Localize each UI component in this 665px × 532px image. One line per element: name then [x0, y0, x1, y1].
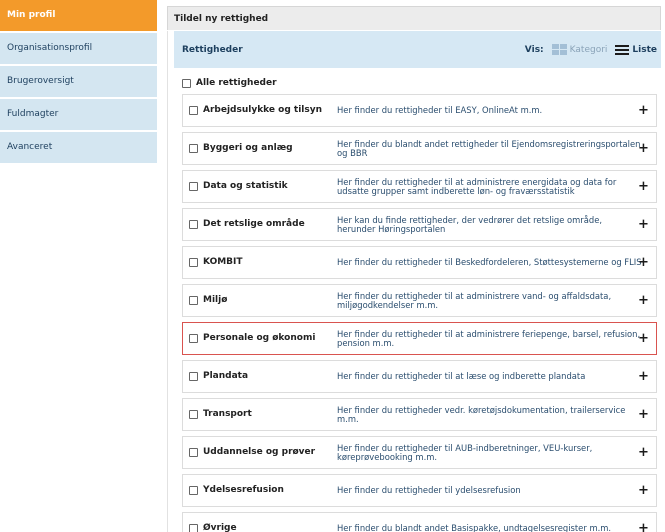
rights-header: Rettigheder Vis: Kategori Liste — [174, 31, 661, 68]
rights-title: Miljø — [203, 295, 228, 305]
rights-checkbox[interactable] — [189, 258, 198, 267]
rights-checkbox[interactable] — [189, 144, 198, 153]
rights-checkbox[interactable] — [189, 448, 198, 457]
rights-checkbox[interactable] — [189, 486, 198, 495]
panel-title: Tildel ny rettighed — [167, 6, 661, 30]
rights-description: Her finder du rettigheder til at læse og… — [337, 371, 586, 382]
panel-body: Rettigheder Vis: Kategori Liste Alle ret… — [167, 31, 661, 532]
rights-row: Øvrige Her finder du blandt andet Basispa… — [182, 512, 657, 532]
rights-description: Her finder du rettigheder til at adminis… — [337, 177, 617, 196]
list-icon — [615, 44, 630, 55]
plus-icon[interactable]: + — [637, 446, 650, 459]
plus-icon[interactable]: + — [637, 484, 650, 497]
rights-row: Ydelsesrefusion Her finder du rettigheder… — [182, 474, 657, 507]
rights-title: Byggeri og anlæg — [203, 143, 293, 153]
sidebar-item-brugeroversigt[interactable]: Brugeroversigt — [0, 66, 157, 97]
rights-title: Data og statistik — [203, 181, 288, 191]
rights-description: Her finder du rettigheder til ydelsesref… — [337, 485, 521, 496]
rights-checkbox[interactable] — [189, 372, 198, 381]
rights-title: Øvrige — [203, 523, 237, 532]
rights-row: Uddannelse og prøver Her finder du rettig… — [182, 436, 657, 469]
rights-title: KOMBIT — [203, 257, 243, 267]
rights-description: Her finder du rettigheder til Beskedford… — [337, 257, 642, 268]
vis-label: Vis: — [524, 44, 544, 55]
rights-checkbox[interactable] — [189, 524, 198, 532]
view-category-label: Kategori — [569, 44, 608, 55]
plus-icon[interactable]: + — [637, 522, 650, 532]
rights-description: Her finder du blandt andet Basispakke, u… — [337, 523, 612, 532]
rights-checkbox[interactable] — [189, 334, 198, 343]
rights-row: Transport Her finder du rettigheder vedr.… — [182, 398, 657, 431]
rights-title: Transport — [203, 409, 252, 419]
all-rights-row: Alle rettigheder — [174, 68, 661, 94]
rights-row: Det retslige område Her kan du finde rett… — [182, 208, 657, 241]
sidebar: Min profil Organisationsprofil Brugerove… — [0, 0, 157, 165]
sidebar-item-min-profil[interactable]: Min profil — [0, 0, 157, 31]
main-panel: Tildel ny rettighed Rettigheder Vis: Kat… — [167, 6, 661, 532]
rights-description: Her finder du rettigheder til EASY, Onli… — [337, 105, 543, 116]
rights-title: Ydelsesrefusion — [203, 485, 284, 495]
sidebar-item-avanceret[interactable]: Avanceret — [0, 132, 157, 163]
grid-icon — [551, 44, 567, 55]
rights-row: Data og statistik Her finder du rettighed… — [182, 170, 657, 203]
rights-title: Det retslige område — [203, 219, 305, 229]
rights-description: Her finder du blandt andet rettigheder t… — [337, 139, 641, 158]
rights-title: Uddannelse og prøver — [203, 447, 316, 457]
rights-title: Plandata — [203, 371, 249, 381]
rights-header-label: Rettigheder — [182, 44, 243, 55]
rights-title: Arbejdsulykke og tilsyn — [203, 105, 323, 115]
rights-checkbox[interactable] — [189, 220, 198, 229]
plus-icon[interactable]: + — [637, 370, 650, 383]
plus-icon[interactable]: + — [637, 332, 650, 345]
plus-icon[interactable]: + — [637, 408, 650, 421]
rights-title: Personale og økonomi — [203, 333, 316, 343]
rights-checkbox[interactable] — [189, 182, 198, 191]
rights-checkbox[interactable] — [189, 106, 198, 115]
rights-list: Arbejdsulykke og tilsyn Her finder du ret… — [174, 94, 661, 532]
plus-icon[interactable]: + — [637, 104, 650, 117]
rights-row: Miljø Her finder du rettigheder til at ad… — [182, 284, 657, 317]
rights-description: Her finder du rettigheder til at adminis… — [337, 291, 612, 310]
view-list-label: Liste — [632, 44, 657, 55]
rights-description: Her kan du finde rettigheder, der vedrør… — [337, 215, 603, 234]
rights-row: Plandata Her finder du rettigheder til at… — [182, 360, 657, 393]
all-rights-label: Alle rettigheder — [196, 78, 277, 88]
rights-description: Her finder du rettigheder vedr. køretøjs… — [337, 405, 626, 424]
rights-checkbox[interactable] — [189, 410, 198, 419]
sidebar-item-organisationsprofil[interactable]: Organisationsprofil — [0, 33, 157, 64]
rights-checkbox[interactable] — [189, 296, 198, 305]
view-list-button[interactable]: Liste — [615, 44, 657, 55]
rights-row: Arbejdsulykke og tilsyn Her finder du ret… — [182, 94, 657, 127]
view-category-button[interactable]: Kategori — [551, 44, 608, 55]
rights-row: Byggeri og anlæg Her finder du blandt and… — [182, 132, 657, 165]
plus-icon[interactable]: + — [637, 142, 650, 155]
plus-icon[interactable]: + — [637, 218, 650, 231]
rights-description: Her finder du rettigheder til at adminis… — [337, 329, 641, 348]
rights-row: KOMBIT Her finder du rettigheder til Besk… — [182, 246, 657, 279]
plus-icon[interactable]: + — [637, 294, 650, 307]
view-switcher: Vis: Kategori Liste — [525, 44, 657, 55]
rights-row: Personale og økonomi Her finder du rettig… — [182, 322, 657, 355]
plus-icon[interactable]: + — [637, 256, 650, 269]
all-rights-checkbox[interactable] — [182, 78, 191, 88]
plus-icon[interactable]: + — [637, 180, 650, 193]
sidebar-item-fuldmagter[interactable]: Fuldmagter — [0, 99, 157, 130]
rights-description: Her finder du rettigheder til AUB-indber… — [337, 443, 593, 462]
